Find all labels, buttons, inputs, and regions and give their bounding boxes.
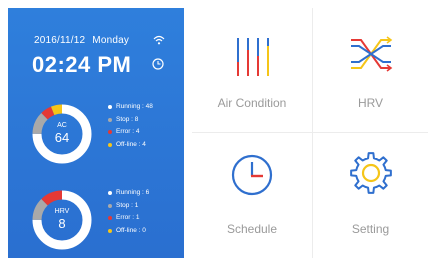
ac-donut-count: 64: [54, 130, 70, 145]
sliders-icon: [237, 38, 269, 76]
error-dot: [108, 130, 112, 134]
hrv-error-text: Error : 1: [116, 214, 140, 221]
date-display: 2016/11/12 Monday: [34, 35, 133, 46]
stop-dot: [108, 117, 112, 122]
air-condition-tile[interactable]: Air Condition: [192, 8, 312, 128]
clock-icon[interactable]: [152, 58, 164, 70]
stop-dot: [108, 203, 112, 208]
ac-error-text: Error : 4: [116, 128, 140, 135]
airflow-icon: [351, 36, 393, 72]
running-dot: [108, 191, 112, 195]
offline-dot: [108, 142, 112, 147]
setting-tile[interactable]: Setting: [313, 133, 428, 253]
status-panel: 2016/11/12 Monday 02:24 PM AC 64 Running…: [8, 8, 184, 258]
gear-outline: [350, 152, 392, 194]
ac-legend-offline: Off-line : 4: [108, 141, 153, 154]
hrv-status-donut[interactable]: HRV 8: [30, 188, 94, 252]
ac-status-donut[interactable]: AC 64: [30, 102, 94, 166]
date-text: 2016/11/12: [34, 35, 86, 46]
schedule-clock-icon: [231, 154, 273, 196]
hrv-stop-text: Stop : 1: [116, 201, 139, 209]
offline-dot: [108, 228, 112, 233]
ac-stop-text: Stop : 8: [116, 115, 139, 123]
ac-legend: Running : 48 Stop : 8 Error : 4 Off-line…: [108, 103, 153, 153]
hrv-legend-error: Error : 1: [108, 214, 149, 227]
setting-label: Setting: [351, 222, 390, 236]
gear-icon: [350, 152, 392, 194]
ac-legend-stop: Stop : 8: [108, 116, 153, 129]
wifi-icon: [153, 35, 165, 45]
air-condition-label: Air Condition: [217, 96, 287, 110]
time-display: 02:24 PM: [32, 52, 132, 77]
hrv-label: HRV: [357, 96, 384, 110]
hrv-donut-count: 8: [58, 216, 66, 231]
gear-center: [361, 163, 381, 183]
ac-offline-text: Off-line : 4: [116, 140, 146, 148]
hrv-legend: Running : 6 Stop : 1 Error : 1 Off-line …: [108, 189, 149, 239]
home-screen: 2016/11/12 Monday 02:24 PM AC 64 Running…: [0, 0, 430, 264]
schedule-label: Schedule: [226, 222, 278, 236]
hrv-legend-offline: Off-line : 0: [108, 227, 149, 240]
hrv-donut-label: HRV: [54, 208, 70, 215]
ac-running-text: Running : 48: [116, 103, 153, 110]
running-dot: [108, 105, 112, 109]
hrv-legend-stop: Stop : 1: [108, 202, 149, 215]
ac-legend-error: Error : 4: [108, 128, 153, 141]
hrv-offline-text: Off-line : 0: [116, 226, 146, 234]
ac-legend-running: Running : 48: [108, 103, 153, 116]
hrv-legend-running: Running : 6: [108, 189, 149, 202]
ac-donut-label: AC: [57, 122, 67, 129]
weekday-text: Monday: [92, 35, 130, 46]
hrv-tile[interactable]: HRV: [313, 8, 428, 128]
schedule-tile[interactable]: Schedule: [192, 133, 312, 253]
error-dot: [108, 216, 112, 220]
hrv-running-text: Running : 6: [116, 189, 150, 196]
